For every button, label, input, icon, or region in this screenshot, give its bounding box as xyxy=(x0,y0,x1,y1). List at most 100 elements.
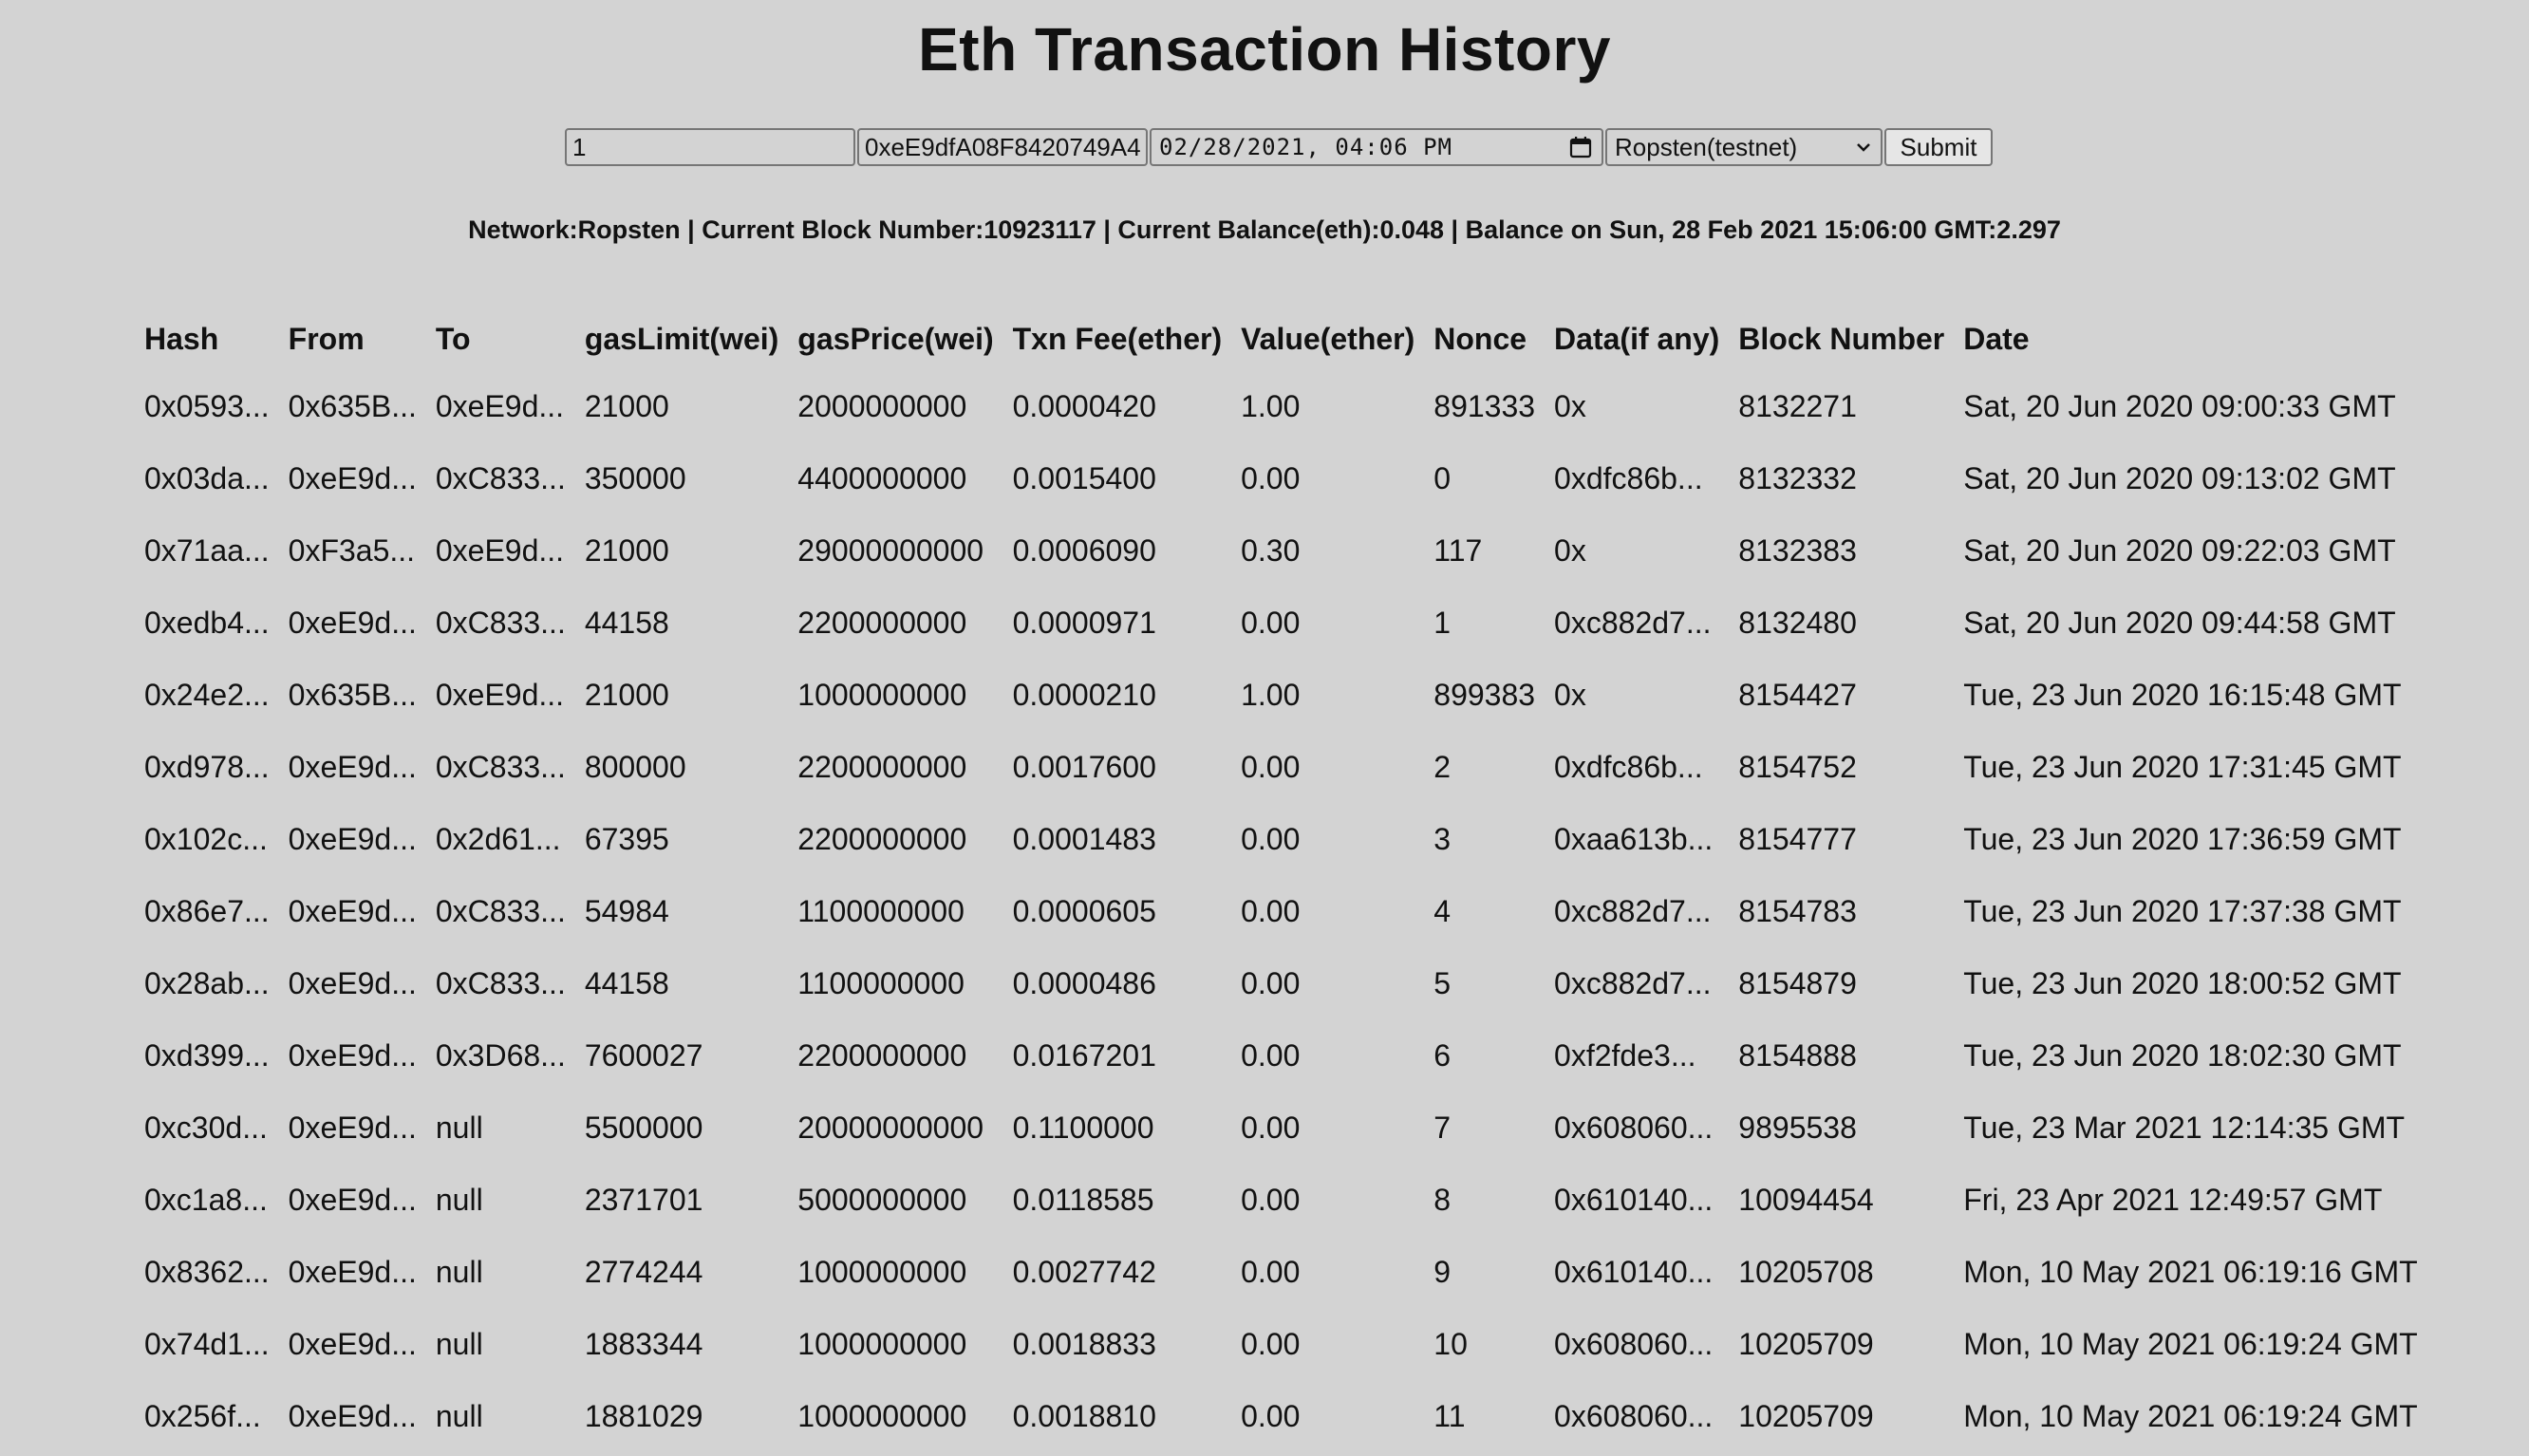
cell-from: 0xeE9d... xyxy=(288,1111,417,1145)
transactions-table: Hash From To gasLimit(wei) gasPrice(wei)… xyxy=(137,308,2429,1452)
cell-from: 0xeE9d... xyxy=(288,822,417,856)
cell-hash: 0xedb4... xyxy=(144,606,270,640)
cell-date: Sat, 20 Jun 2020 09:22:03 GMT xyxy=(1963,533,2396,568)
cell-data: 0x610140... xyxy=(1554,1255,1714,1289)
cell-from: 0x635B... xyxy=(288,678,417,712)
cell-gas-limit: 350000 xyxy=(584,461,686,495)
cell-value: 1.00 xyxy=(1241,389,1301,423)
cell-gas-price: 1100000000 xyxy=(797,966,965,1000)
cell-gas-price: 2000000000 xyxy=(797,389,967,423)
cell-value: 0.00 xyxy=(1241,750,1301,784)
cell-block-number: 8132480 xyxy=(1738,606,1857,640)
cell-to: 0x3D68... xyxy=(435,1038,566,1073)
table-row: 0x256f... 0xeE9d... null 1881029 1000000000 0… xyxy=(137,1380,2429,1452)
cell-gas-price: 4400000000 xyxy=(797,461,967,495)
cell-block-number: 8154888 xyxy=(1738,1038,1857,1073)
column-header-data: Data(if any) xyxy=(1554,321,1720,356)
calendar-icon[interactable] xyxy=(1569,136,1592,159)
cell-value: 0.30 xyxy=(1241,533,1301,568)
cell-date: Tue, 23 Jun 2020 18:02:30 GMT xyxy=(1963,1038,2402,1073)
cell-gas-price: 2200000000 xyxy=(797,750,967,784)
cell-to: 0xeE9d... xyxy=(435,678,565,712)
cell-data: 0xc882d7... xyxy=(1554,894,1712,928)
cell-hash: 0x0593... xyxy=(144,389,270,423)
cell-value: 0.00 xyxy=(1241,1038,1301,1073)
cell-txn-fee: 0.0017600 xyxy=(1012,750,1156,784)
cell-gas-limit: 1881029 xyxy=(584,1399,703,1433)
cell-value: 0.00 xyxy=(1241,1111,1301,1145)
cell-gas-limit: 1883344 xyxy=(584,1327,703,1361)
table-row: 0x0593... 0x635B... 0xeE9d... 21000 20000000… xyxy=(137,370,2429,442)
cell-data: 0xaa613b... xyxy=(1554,822,1714,856)
cell-txn-fee: 0.0167201 xyxy=(1012,1038,1156,1073)
submit-button[interactable]: Submit xyxy=(1884,128,1993,166)
cell-nonce: 9 xyxy=(1433,1255,1452,1289)
cell-hash: 0x256f... xyxy=(144,1399,261,1433)
cell-block-number: 8154777 xyxy=(1738,822,1857,856)
cell-gas-limit: 800000 xyxy=(584,750,686,784)
cell-nonce: 0 xyxy=(1433,461,1452,495)
cell-from: 0x635B... xyxy=(288,389,417,423)
cell-block-number: 8132332 xyxy=(1738,461,1857,495)
table-row: 0x03da... 0xeE9d... 0xC833... 350000 4400000… xyxy=(137,442,2429,514)
chevron-down-icon xyxy=(1857,143,1870,152)
cell-block-number: 10205709 xyxy=(1738,1327,1874,1361)
cell-date: Tue, 23 Jun 2020 17:36:59 GMT xyxy=(1963,822,2402,856)
cell-gas-limit: 44158 xyxy=(584,966,669,1000)
cell-value: 0.00 xyxy=(1241,1255,1301,1289)
cell-to: null xyxy=(435,1111,483,1145)
cell-nonce: 2 xyxy=(1433,750,1452,784)
cell-txn-fee: 0.0000605 xyxy=(1012,894,1156,928)
column-header-to: To xyxy=(435,321,471,356)
cell-from: 0xF3a5... xyxy=(288,533,416,568)
cell-hash: 0x102c... xyxy=(144,822,268,856)
cell-date: Tue, 23 Mar 2021 12:14:35 GMT xyxy=(1963,1111,2406,1145)
cell-to: 0xC833... xyxy=(435,894,566,928)
cell-to: 0xeE9d... xyxy=(435,389,565,423)
cell-data: 0xdfc86b... xyxy=(1554,461,1703,495)
cell-nonce: 1 xyxy=(1433,606,1452,640)
cell-to: null xyxy=(435,1183,483,1217)
cell-gas-limit: 21000 xyxy=(584,389,669,423)
cell-nonce: 10 xyxy=(1433,1327,1468,1361)
table-body: 0x0593... 0x635B... 0xeE9d... 21000 20000000… xyxy=(137,370,2429,1452)
cell-data: 0x608060... xyxy=(1554,1327,1714,1361)
column-header-block-number: Block Number xyxy=(1738,321,1945,356)
cell-value: 0.00 xyxy=(1241,606,1301,640)
cell-nonce: 6 xyxy=(1433,1038,1452,1073)
cell-hash: 0x28ab... xyxy=(144,966,270,1000)
cell-block-number: 8154783 xyxy=(1738,894,1857,928)
cell-txn-fee: 0.0027742 xyxy=(1012,1255,1156,1289)
column-header-date: Date xyxy=(1963,321,2030,356)
table-row: 0xd399... 0xeE9d... 0x3D68... 7600027 220000… xyxy=(137,1019,2429,1092)
table-row: 0x71aa... 0xF3a5... 0xeE9d... 21000 29000000… xyxy=(137,514,2429,587)
cell-from: 0xeE9d... xyxy=(288,1399,417,1433)
network-select[interactable]: Ropsten(testnet) xyxy=(1605,128,1883,166)
cell-gas-limit: 2774244 xyxy=(584,1255,703,1289)
cell-nonce: 5 xyxy=(1433,966,1452,1000)
date-time-input[interactable]: 02/28/2021, 04:06 PM xyxy=(1150,128,1603,166)
cell-from: 0xeE9d... xyxy=(288,606,417,640)
cell-block-number: 8132271 xyxy=(1738,389,1857,423)
table-row: 0x24e2... 0x635B... 0xeE9d... 21000 10000000… xyxy=(137,659,2429,731)
cell-gas-price: 1000000000 xyxy=(797,1399,967,1433)
cell-data: 0x xyxy=(1554,533,1586,568)
table-row: 0xc1a8... 0xeE9d... null 2371701 5000000000 0… xyxy=(137,1164,2429,1236)
column-header-value: Value(ether) xyxy=(1241,321,1415,356)
cell-txn-fee: 0.0001483 xyxy=(1012,822,1156,856)
column-header-from: From xyxy=(288,321,365,356)
cell-value: 0.00 xyxy=(1241,966,1301,1000)
txn-count-input[interactable] xyxy=(565,128,855,166)
cell-gas-limit: 54984 xyxy=(584,894,669,928)
cell-hash: 0x74d1... xyxy=(144,1327,270,1361)
cell-gas-limit: 7600027 xyxy=(584,1038,703,1073)
cell-date: Tue, 23 Jun 2020 16:15:48 GMT xyxy=(1963,678,2402,712)
cell-block-number: 10094454 xyxy=(1738,1183,1874,1217)
cell-from: 0xeE9d... xyxy=(288,966,417,1000)
cell-value: 0.00 xyxy=(1241,1399,1301,1433)
address-input[interactable] xyxy=(857,128,1148,166)
network-select-value: Ropsten(testnet) xyxy=(1615,132,1798,161)
cell-txn-fee: 0.0018833 xyxy=(1012,1327,1156,1361)
cell-data: 0xf2fde3... xyxy=(1554,1038,1696,1073)
cell-hash: 0x86e7... xyxy=(144,894,270,928)
